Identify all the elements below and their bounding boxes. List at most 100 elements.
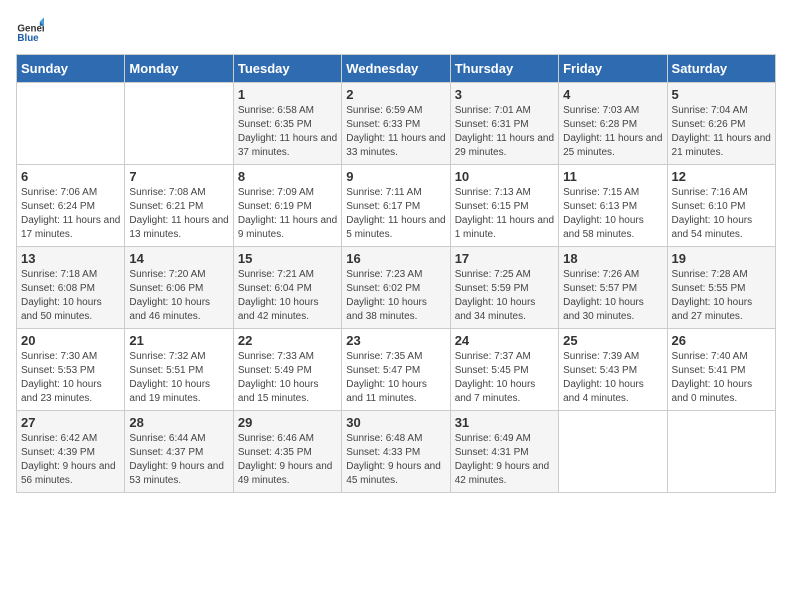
- calendar-cell: 6 Sunrise: 7:06 AM Sunset: 6:24 PM Daylig…: [17, 165, 125, 247]
- day-number: 4: [563, 87, 662, 102]
- calendar-cell: 28Sunrise: 6:44 AM Sunset: 4:37 PM Dayli…: [125, 411, 233, 493]
- calendar-cell: 21 Sunrise: 7:32 AM Sunset: 5:51 PM Dayli…: [125, 329, 233, 411]
- day-info: Sunrise: 7:06 AM Sunset: 6:24 PM Dayligh…: [21, 186, 120, 242]
- day-info: Sunrise: 7:33 AM Sunset: 5:49 PM Dayligh…: [238, 350, 337, 406]
- day-number: 14: [129, 251, 228, 266]
- day-number: 5: [672, 87, 771, 102]
- day-number: 8: [238, 169, 337, 184]
- day-number: 18: [563, 251, 662, 266]
- day-info: Sunrise: 6:49 AM Sunset: 4:31 PM Dayligh…: [455, 432, 554, 488]
- calendar-cell: 12 Sunrise: 7:16 AM Sunset: 6:10 PM Dayli…: [667, 165, 775, 247]
- calendar-cell: 30 Sunrise: 6:48 AM Sunset: 4:33 PM Dayli…: [342, 411, 450, 493]
- week-row-4: 20 Sunrise: 7:30 AM Sunset: 5:53 PM Dayli…: [17, 329, 776, 411]
- day-info: Sunrise: 7:32 AM Sunset: 5:51 PM Dayligh…: [129, 350, 228, 406]
- day-number: 2: [346, 87, 445, 102]
- calendar-cell: [667, 411, 775, 493]
- calendar-cell: 22Sunrise: 7:33 AM Sunset: 5:49 PM Dayli…: [233, 329, 341, 411]
- day-info: Sunrise: 7:40 AM Sunset: 5:41 PM Dayligh…: [672, 350, 771, 406]
- calendar-cell: 5 Sunrise: 7:04 AM Sunset: 6:26 PM Daylig…: [667, 83, 775, 165]
- calendar-cell: 11 Sunrise: 7:15 AM Sunset: 6:13 PM Dayli…: [559, 165, 667, 247]
- calendar-cell: 24Sunrise: 7:37 AM Sunset: 5:45 PM Dayli…: [450, 329, 558, 411]
- calendar-cell: 7Sunrise: 7:08 AM Sunset: 6:21 PM Daylig…: [125, 165, 233, 247]
- day-number: 29: [238, 415, 337, 430]
- calendar-cell: 20 Sunrise: 7:30 AM Sunset: 5:53 PM Dayli…: [17, 329, 125, 411]
- day-info: Sunrise: 6:42 AM Sunset: 4:39 PM Dayligh…: [21, 432, 120, 488]
- day-number: 24: [455, 333, 554, 348]
- calendar-cell: [125, 83, 233, 165]
- calendar-cell: 27Sunrise: 6:42 AM Sunset: 4:39 PM Dayli…: [17, 411, 125, 493]
- calendar-cell: 16Sunrise: 7:23 AM Sunset: 6:02 PM Dayli…: [342, 247, 450, 329]
- calendar-cell: 31 Sunrise: 6:49 AM Sunset: 4:31 PM Dayli…: [450, 411, 558, 493]
- day-number: 23: [346, 333, 445, 348]
- day-info: Sunrise: 7:13 AM Sunset: 6:15 PM Dayligh…: [455, 186, 554, 242]
- weekday-header-tuesday: Tuesday: [233, 55, 341, 83]
- day-number: 12: [672, 169, 771, 184]
- day-info: Sunrise: 7:01 AM Sunset: 6:31 PM Dayligh…: [455, 104, 554, 160]
- day-info: Sunrise: 7:20 AM Sunset: 6:06 PM Dayligh…: [129, 268, 228, 324]
- day-info: Sunrise: 7:21 AM Sunset: 6:04 PM Dayligh…: [238, 268, 337, 324]
- day-info: Sunrise: 7:35 AM Sunset: 5:47 PM Dayligh…: [346, 350, 445, 406]
- svg-text:Blue: Blue: [17, 33, 39, 44]
- day-number: 28: [129, 415, 228, 430]
- day-number: 6: [21, 169, 120, 184]
- day-number: 20: [21, 333, 120, 348]
- day-number: 21: [129, 333, 228, 348]
- day-number: 13: [21, 251, 120, 266]
- weekday-header-monday: Monday: [125, 55, 233, 83]
- day-info: Sunrise: 7:39 AM Sunset: 5:43 PM Dayligh…: [563, 350, 662, 406]
- calendar-cell: 17 Sunrise: 7:25 AM Sunset: 5:59 PM Dayli…: [450, 247, 558, 329]
- weekday-header-wednesday: Wednesday: [342, 55, 450, 83]
- day-info: Sunrise: 7:15 AM Sunset: 6:13 PM Dayligh…: [563, 186, 662, 242]
- day-info: Sunrise: 7:28 AM Sunset: 5:55 PM Dayligh…: [672, 268, 771, 324]
- calendar-cell: 15 Sunrise: 7:21 AM Sunset: 6:04 PM Dayli…: [233, 247, 341, 329]
- page-header: General Blue: [16, 16, 776, 44]
- day-info: Sunrise: 7:23 AM Sunset: 6:02 PM Dayligh…: [346, 268, 445, 324]
- day-info: Sunrise: 7:04 AM Sunset: 6:26 PM Dayligh…: [672, 104, 771, 160]
- day-info: Sunrise: 6:58 AM Sunset: 6:35 PM Dayligh…: [238, 104, 337, 160]
- logo: General Blue: [16, 16, 44, 44]
- calendar-cell: 18Sunrise: 7:26 AM Sunset: 5:57 PM Dayli…: [559, 247, 667, 329]
- calendar-cell: 2 Sunrise: 6:59 AM Sunset: 6:33 PM Daylig…: [342, 83, 450, 165]
- calendar-cell: 1 Sunrise: 6:58 AM Sunset: 6:35 PM Daylig…: [233, 83, 341, 165]
- weekday-header-row: SundayMondayTuesdayWednesdayThursdayFrid…: [17, 55, 776, 83]
- calendar-cell: 26 Sunrise: 7:40 AM Sunset: 5:41 PM Dayli…: [667, 329, 775, 411]
- calendar-cell: 25Sunrise: 7:39 AM Sunset: 5:43 PM Dayli…: [559, 329, 667, 411]
- day-number: 3: [455, 87, 554, 102]
- day-info: Sunrise: 6:59 AM Sunset: 6:33 PM Dayligh…: [346, 104, 445, 160]
- logo-icon: General Blue: [16, 16, 44, 44]
- week-row-3: 13Sunrise: 7:18 AM Sunset: 6:08 PM Dayli…: [17, 247, 776, 329]
- calendar-cell: 23 Sunrise: 7:35 AM Sunset: 5:47 PM Dayli…: [342, 329, 450, 411]
- day-info: Sunrise: 7:08 AM Sunset: 6:21 PM Dayligh…: [129, 186, 228, 242]
- week-row-5: 27Sunrise: 6:42 AM Sunset: 4:39 PM Dayli…: [17, 411, 776, 493]
- calendar-cell: [17, 83, 125, 165]
- week-row-2: 6 Sunrise: 7:06 AM Sunset: 6:24 PM Daylig…: [17, 165, 776, 247]
- calendar-table: SundayMondayTuesdayWednesdayThursdayFrid…: [16, 54, 776, 493]
- weekday-header-thursday: Thursday: [450, 55, 558, 83]
- day-number: 15: [238, 251, 337, 266]
- day-number: 17: [455, 251, 554, 266]
- week-row-1: 1 Sunrise: 6:58 AM Sunset: 6:35 PM Daylig…: [17, 83, 776, 165]
- weekday-header-friday: Friday: [559, 55, 667, 83]
- calendar-cell: 4 Sunrise: 7:03 AM Sunset: 6:28 PM Daylig…: [559, 83, 667, 165]
- weekday-header-saturday: Saturday: [667, 55, 775, 83]
- day-info: Sunrise: 7:03 AM Sunset: 6:28 PM Dayligh…: [563, 104, 662, 160]
- day-number: 31: [455, 415, 554, 430]
- calendar-cell: 13Sunrise: 7:18 AM Sunset: 6:08 PM Dayli…: [17, 247, 125, 329]
- day-info: Sunrise: 6:46 AM Sunset: 4:35 PM Dayligh…: [238, 432, 337, 488]
- calendar-cell: 8 Sunrise: 7:09 AM Sunset: 6:19 PM Daylig…: [233, 165, 341, 247]
- day-info: Sunrise: 7:30 AM Sunset: 5:53 PM Dayligh…: [21, 350, 120, 406]
- day-number: 9: [346, 169, 445, 184]
- day-info: Sunrise: 6:48 AM Sunset: 4:33 PM Dayligh…: [346, 432, 445, 488]
- day-number: 11: [563, 169, 662, 184]
- day-number: 10: [455, 169, 554, 184]
- day-info: Sunrise: 7:11 AM Sunset: 6:17 PM Dayligh…: [346, 186, 445, 242]
- day-number: 30: [346, 415, 445, 430]
- calendar-cell: 29 Sunrise: 6:46 AM Sunset: 4:35 PM Dayli…: [233, 411, 341, 493]
- day-number: 1: [238, 87, 337, 102]
- day-number: 26: [672, 333, 771, 348]
- day-info: Sunrise: 7:25 AM Sunset: 5:59 PM Dayligh…: [455, 268, 554, 324]
- day-info: Sunrise: 7:16 AM Sunset: 6:10 PM Dayligh…: [672, 186, 771, 242]
- calendar-cell: 19Sunrise: 7:28 AM Sunset: 5:55 PM Dayli…: [667, 247, 775, 329]
- calendar-cell: [559, 411, 667, 493]
- day-info: Sunrise: 7:09 AM Sunset: 6:19 PM Dayligh…: [238, 186, 337, 242]
